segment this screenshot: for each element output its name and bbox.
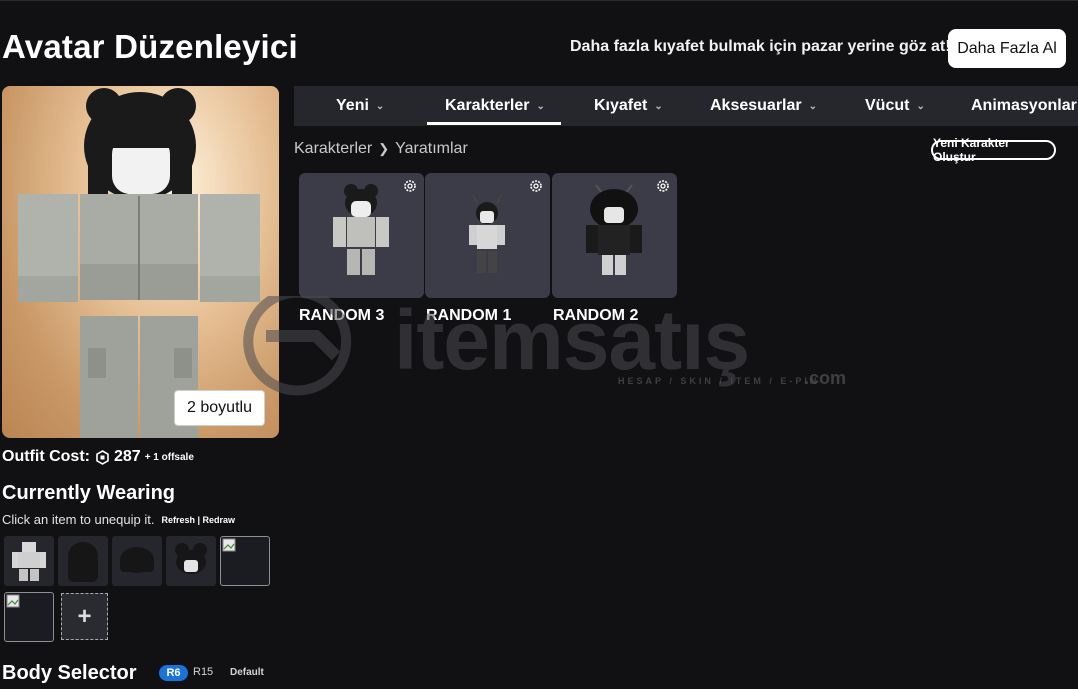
- 2d-toggle-button[interactable]: 2 boyutlu: [174, 390, 265, 426]
- breadcrumb: Karakterler ❯ Yaratımlar: [294, 140, 468, 158]
- outfit-cost: Outfit Cost: 287 + 1 offsale: [2, 448, 194, 466]
- character-name: RANDOM 2: [553, 307, 639, 324]
- broken-image-icon: [6, 594, 20, 608]
- chevron-down-icon: ⌄: [375, 100, 385, 112]
- tab-karakterler[interactable]: Karakterler ⌄: [445, 86, 545, 126]
- tab-label: Vücut: [865, 97, 910, 114]
- currently-wearing-title: Currently Wearing: [2, 482, 175, 504]
- tab-kiyafet[interactable]: Kıyafet ⌄: [594, 86, 663, 126]
- tab-label: Yeni: [336, 97, 369, 114]
- body-selector-title: Body Selector: [2, 662, 137, 684]
- avatar-figure: [18, 88, 260, 438]
- top-divider: [0, 0, 1078, 1]
- chevron-down-icon: ⌄: [916, 100, 925, 112]
- marketplace-promo-text: Daha fazla kıyafet bulmak için pazar yer…: [570, 38, 951, 55]
- character-card[interactable]: [425, 173, 550, 298]
- hair-thumbnail: [175, 543, 207, 574]
- clothing-thumbnail: [12, 542, 46, 581]
- tab-vucut[interactable]: Vücut ⌄: [865, 86, 925, 126]
- worn-item-missing-image[interactable]: [4, 592, 54, 642]
- body-option-default[interactable]: Default: [230, 667, 264, 678]
- tab-animasyonlar[interactable]: Animasyonlar: [971, 86, 1077, 126]
- tab-label: Animasyonlar: [971, 97, 1077, 114]
- chevron-down-icon: ⌄: [654, 100, 663, 112]
- currently-wearing-hint: Click an item to unequip it. Refresh | R…: [2, 512, 235, 527]
- character-name: RANDOM 3: [299, 307, 385, 324]
- chevron-down-icon: ⌄: [808, 100, 818, 112]
- character-name: RANDOM 1: [426, 307, 512, 324]
- page-title: Avatar Düzenleyici: [2, 28, 298, 65]
- worn-item-missing-image[interactable]: [220, 536, 270, 586]
- offsale-count: + 1 offsale: [144, 451, 194, 463]
- refresh-redraw-links[interactable]: Refresh | Redraw: [161, 515, 235, 525]
- character-card[interactable]: [299, 173, 424, 298]
- active-tab-indicator: [427, 122, 561, 125]
- tab-aksesuarlar[interactable]: Aksesuarlar ⌄: [710, 86, 817, 126]
- worn-item-bun-hair[interactable]: [166, 536, 216, 586]
- chevron-down-icon: ⌄: [536, 100, 545, 112]
- broken-image-icon: [222, 538, 236, 552]
- chevron-right-icon: ❯: [378, 141, 390, 156]
- unequip-hint: Click an item to unequip it.: [2, 512, 155, 527]
- avatar-preview: 2 boyutlu: [2, 86, 279, 438]
- worn-item-bob-hair[interactable]: [112, 536, 162, 586]
- gear-icon[interactable]: [529, 179, 543, 193]
- gear-icon[interactable]: [403, 179, 417, 193]
- worn-item-clothing[interactable]: [4, 536, 54, 586]
- get-more-button[interactable]: Daha Fazla Al: [948, 29, 1066, 68]
- new-character-button[interactable]: Yeni Karakter Oluştur: [931, 136, 1056, 164]
- category-tabs: Yeni ⌄ Karakterler ⌄ Kıyafet ⌄ Aksesuarlar ⌄…: [294, 86, 1078, 126]
- body-option-r15[interactable]: R15: [193, 666, 213, 678]
- hair-thumbnail: [120, 547, 154, 573]
- tab-label: Aksesuarlar: [710, 97, 802, 114]
- breadcrumb-root[interactable]: Karakterler: [294, 140, 372, 158]
- worn-item-long-hair[interactable]: [58, 536, 108, 586]
- breadcrumb-current: Yaratımlar: [395, 140, 468, 157]
- robux-icon: [96, 449, 109, 465]
- outfit-cost-label: Outfit Cost:: [2, 448, 90, 465]
- add-item-button[interactable]: +: [61, 593, 108, 640]
- gear-icon[interactable]: [656, 179, 670, 193]
- watermark-suffix: .com: [804, 368, 847, 388]
- tab-label: Karakterler: [445, 97, 530, 114]
- watermark-tagline: HESAP / SKIN / ITEM / E-PIN: [618, 376, 820, 386]
- tab-yeni[interactable]: Yeni ⌄: [336, 86, 384, 126]
- hair-thumbnail: [68, 542, 98, 582]
- character-card[interactable]: [552, 173, 677, 298]
- tab-label: Kıyafet: [594, 97, 648, 114]
- outfit-cost-value: 287: [113, 448, 141, 465]
- body-option-r6[interactable]: R6: [159, 665, 188, 681]
